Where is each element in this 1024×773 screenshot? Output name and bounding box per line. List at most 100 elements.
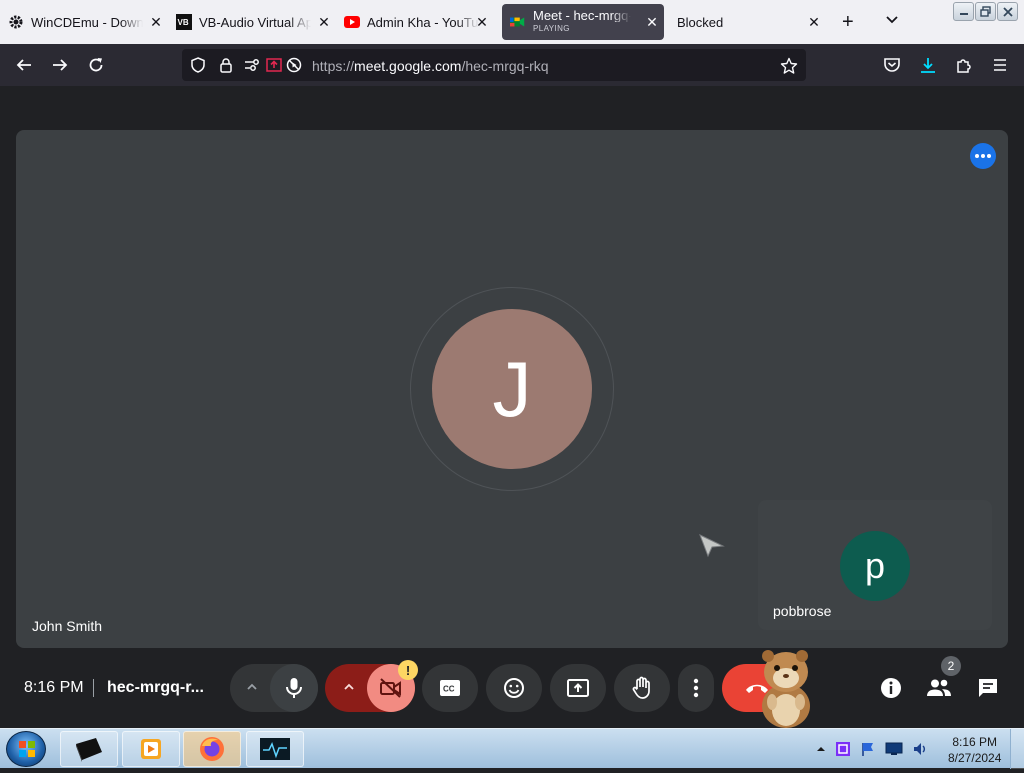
tab-wincdemu[interactable]: WinCDEmu - Download ✕ [8,4,168,40]
close-tab-icon[interactable]: ✕ [644,14,660,30]
network-flag-icon[interactable] [860,741,876,757]
bookmark-star-icon[interactable] [780,57,798,80]
browser-toolbar: https://meet.google.com/hec-mrgq-rkq [0,44,1024,86]
meeting-code[interactable]: hec-mrgq-r... [107,679,204,697]
back-button[interactable] [14,55,34,75]
tab-title: Meet - hec-mrgq-rkq [533,9,631,22]
mouse-cursor-icon [699,534,725,558]
more-options-button[interactable] [678,664,714,712]
taskbar-app-terminal[interactable] [60,731,118,767]
tracking-protection-icon[interactable] [190,57,206,73]
gear-icon [8,14,24,30]
reload-icon [89,58,103,72]
download-icon [921,58,935,73]
chat-icon [979,679,997,697]
close-tab-icon[interactable]: ✕ [148,14,164,30]
permissions-icon[interactable] [244,57,260,73]
microphone-icon [286,678,302,698]
system-tray [816,741,928,757]
participant-avatar: J [432,309,592,469]
list-all-tabs-button[interactable] [884,12,900,33]
taskbar-app-firefox[interactable] [183,731,241,767]
chevron-up-icon [344,683,354,690]
close-window-button[interactable] [997,2,1018,21]
firefox-icon [200,737,224,761]
tab-blocked[interactable]: Blocked ✕ [672,4,826,40]
url-bar[interactable]: https://meet.google.com/hec-mrgq-rkq [182,49,806,81]
more-dots-icon [975,154,979,158]
pocket-button[interactable] [882,55,902,75]
svg-text:CC: CC [443,685,455,694]
autoplay-blocked-icon[interactable] [286,57,302,73]
display-monitor-icon[interactable] [885,742,903,756]
video-options-button[interactable] [341,679,357,700]
url-path: /hec-mrgq-rkq [461,58,549,74]
closed-captions-icon: CC [440,680,460,696]
self-video-tile[interactable]: p pobbrose [758,500,992,630]
lock-icon[interactable] [218,57,234,73]
tab-title: VB-Audio Virtual Apps [199,14,311,30]
tab-youtube[interactable]: Admin Kha - YouTube ✕ [344,4,494,40]
more-vert-icon [693,678,699,698]
self-name: pobbrose [773,603,832,619]
app-menu-button[interactable] [990,55,1010,75]
more-dots-icon [981,154,985,158]
vb-audio-tray-icon[interactable] [835,741,851,757]
system-clock[interactable]: 8:16 PM 8/27/2024 [948,734,1001,766]
restore-button[interactable] [975,2,996,21]
show-hidden-icons-icon[interactable] [816,744,826,754]
chevron-down-icon [886,16,898,24]
people-button[interactable] [926,675,952,701]
tab-vb-audio[interactable]: VB VB-Audio Virtual Apps ✕ [176,4,336,40]
taskbar-app-monitor[interactable] [246,731,304,767]
window-controls [953,2,1018,21]
vb-logo-icon: VB [176,14,192,30]
new-tab-button[interactable]: + [842,12,854,32]
microphone-button[interactable] [270,664,318,712]
people-count-badge: 2 [941,656,961,676]
windows-logo-icon [19,741,35,757]
more-dots-icon [987,154,991,158]
hamster-sticker-image [762,650,810,728]
arrow-left-icon [16,59,31,71]
url-text[interactable]: https://meet.google.com/hec-mrgq-rkq [312,58,549,74]
browser-tab-strip: WinCDEmu - Download ✕ VB VB-Audio Virtua… [0,0,1024,44]
downloads-button[interactable] [918,55,938,75]
chat-button[interactable] [975,675,1001,701]
info-icon [881,678,901,698]
puzzle-icon [957,59,971,73]
self-avatar: p [840,531,910,601]
close-tab-icon[interactable]: ✕ [316,14,332,30]
raise-hand-button[interactable] [614,664,670,712]
pocket-icon [884,58,900,72]
extensions-button[interactable] [954,55,974,75]
show-desktop-button[interactable] [1010,729,1024,769]
camera-warning-badge[interactable]: ! [398,660,418,680]
clock-time: 8:16 PM [952,735,998,749]
audio-options-button[interactable] [244,679,260,700]
activity-monitor-icon [260,738,290,760]
main-video-tile[interactable]: J John Smith p pobbrose [16,130,1008,648]
camera-off-icon [380,678,401,698]
present-screen-icon [567,679,589,697]
taskbar-app-media-player[interactable] [122,731,180,767]
captions-button[interactable]: CC [422,664,478,712]
chevron-up-icon [247,683,257,690]
volume-icon[interactable] [912,741,928,757]
minimize-button[interactable] [953,2,974,21]
present-screen-button[interactable] [550,664,606,712]
tab-meet[interactable]: Meet - hec-mrgq-rkq PLAYING ✕ [502,4,664,40]
black-box-app-icon [76,738,102,762]
close-tab-icon[interactable]: ✕ [474,14,490,30]
screen-share-indicator-icon[interactable] [266,57,282,73]
close-tab-icon[interactable]: ✕ [806,14,822,30]
people-icon [927,679,951,696]
reactions-button[interactable] [486,664,542,712]
forward-button[interactable] [50,55,70,75]
meeting-details-button[interactable] [878,675,904,701]
tile-more-options-button[interactable] [970,143,996,169]
raise-hand-icon [632,676,650,699]
tab-playing-status: PLAYING [533,24,570,33]
reload-button[interactable] [86,55,106,75]
start-button[interactable] [6,731,46,767]
